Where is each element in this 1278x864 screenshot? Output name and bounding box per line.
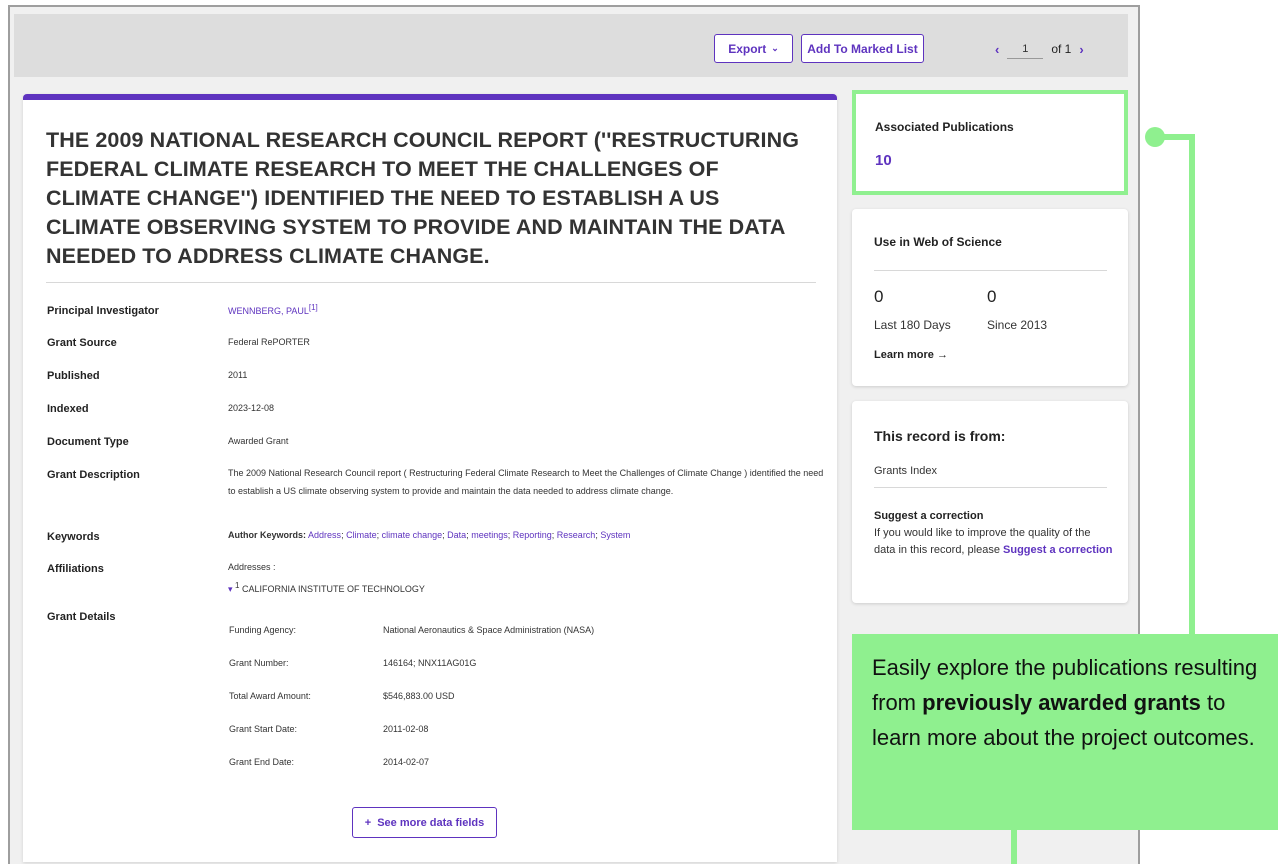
keywords-value: Author Keywords: Address; Climate; clima… [228, 530, 631, 540]
addresses-label: Addresses : [228, 562, 276, 572]
grant-source-value: Federal RePORTER [228, 337, 310, 347]
keyword-link[interactable]: Data [447, 530, 466, 540]
indexed-label: Indexed [47, 403, 89, 415]
total-award-label: Total Award Amount: [229, 691, 311, 701]
affiliations-label: Affiliations [47, 563, 104, 575]
learn-more-label: Learn more [874, 349, 934, 361]
published-value: 2011 [228, 370, 248, 380]
callout-anchor-dot [1145, 127, 1165, 147]
keyword-link[interactable]: Climate [346, 530, 377, 540]
add-to-marked-list-button[interactable]: Add To Marked List [801, 34, 924, 63]
keyword-link[interactable]: Research [557, 530, 596, 540]
suggest-correction-text: If you would like to improve the quality… [874, 525, 1114, 559]
grant-details-label: Grant Details [47, 611, 116, 623]
address-entry: ▾ 1 CALIFORNIA INSTITUTE OF TECHNOLOGY [228, 577, 425, 598]
record-source-card: This record is from: Grants Index Sugges… [852, 401, 1128, 603]
document-type-value: Awarded Grant [228, 436, 289, 446]
associated-publications-title: Associated Publications [875, 120, 1014, 134]
see-more-data-fields-button[interactable]: + See more data fields [352, 807, 497, 838]
pi-affiliation-ref[interactable]: [1] [309, 303, 318, 312]
grant-end-value: 2014-02-07 [383, 757, 430, 767]
record-toolbar: Export ⌄ Add To Marked List ‹ of 1 › [14, 14, 1128, 77]
export-button[interactable]: Export ⌄ [714, 34, 793, 63]
callout-connector [1011, 826, 1017, 864]
callout-text-bold: previously awarded grants [922, 690, 1201, 715]
address-number: 1 [235, 581, 240, 590]
export-label: Export [728, 41, 767, 56]
pi-label: Principal Investigator [47, 305, 159, 317]
expand-address-icon[interactable]: ▾ [228, 584, 233, 594]
pagination: ‹ of 1 › [995, 36, 1084, 62]
grant-number-link[interactable]: 146164; NNX11AG01G [383, 658, 476, 668]
keyword-link[interactable]: System [600, 530, 630, 540]
keyword-link[interactable]: Reporting [513, 530, 552, 540]
pi-link[interactable]: WENNBERG, PAUL [228, 306, 309, 316]
address-value: CALIFORNIA INSTITUTE OF TECHNOLOGY [242, 584, 425, 594]
chevron-right-icon[interactable]: › [1079, 42, 1083, 57]
arrow-right-icon: → [936, 349, 948, 361]
suggest-correction-link[interactable]: Suggest a correction [1003, 544, 1112, 556]
learn-more-link[interactable]: Learn more → [874, 349, 948, 361]
record-from-title: This record is from: [874, 428, 1006, 444]
record-source-value: Grants Index [874, 465, 937, 477]
grant-start-label: Grant Start Date: [229, 724, 298, 734]
grant-start-value: 2011-02-08 [383, 724, 429, 734]
keyword-link[interactable]: climate change [382, 530, 443, 540]
document-type-label: Document Type [47, 436, 129, 448]
divider [874, 270, 1107, 271]
keyword-link[interactable]: meetings [471, 530, 508, 540]
chevron-down-icon: ⌄ [771, 43, 779, 53]
grant-number-label: Grant Number: [229, 658, 289, 668]
keywords-prefix: Author Keywords: [228, 530, 307, 540]
associated-publications-card: Associated Publications 10 [852, 90, 1128, 195]
wos-usage-title: Use in Web of Science [874, 235, 1002, 249]
plus-icon: + [364, 816, 372, 829]
chevron-left-icon[interactable]: ‹ [995, 42, 999, 57]
divider [874, 487, 1107, 488]
funding-agency-label: Funding Agency: [229, 625, 297, 635]
published-label: Published [47, 370, 100, 382]
grant-description-label: Grant Description [47, 469, 140, 481]
last-180-days-count: 0 [874, 287, 884, 306]
since-2013-label: Since 2013 [987, 318, 1048, 332]
since-2013-count: 0 [987, 287, 997, 306]
callout-connector [1189, 134, 1195, 636]
grant-description-value: The 2009 National Research Council repor… [228, 468, 824, 496]
feature-callout: Easily explore the publications resultin… [852, 634, 1278, 830]
suggest-correction-title: Suggest a correction [874, 510, 984, 522]
grant-source-label: Grant Source [47, 337, 117, 349]
divider [46, 282, 816, 283]
page-number-input[interactable] [1007, 39, 1044, 59]
grant-end-label: Grant End Date: [229, 757, 295, 767]
funding-agency-link[interactable]: National Aeronautics & Space Administrat… [383, 625, 594, 635]
record-card: THE 2009 NATIONAL RESEARCH COUNCIL REPOR… [23, 94, 837, 862]
last-180-days-label: Last 180 Days [874, 318, 951, 332]
keyword-link[interactable]: Address [308, 530, 341, 540]
associated-publications-count[interactable]: 10 [875, 152, 892, 169]
page-total: of 1 [1051, 42, 1072, 56]
total-award-value: $546,883.00 USD [383, 691, 455, 701]
record-title: THE 2009 NATIONAL RESEARCH COUNCIL REPOR… [46, 128, 800, 268]
see-more-label: See more data fields [377, 816, 485, 829]
pi-value: WENNBERG, PAUL[1] [228, 299, 318, 320]
keywords-label: Keywords [47, 531, 100, 543]
indexed-value: 2023-12-08 [228, 403, 275, 413]
web-of-science-usage-card: Use in Web of Science 0 Last 180 Days 0 … [852, 209, 1128, 386]
